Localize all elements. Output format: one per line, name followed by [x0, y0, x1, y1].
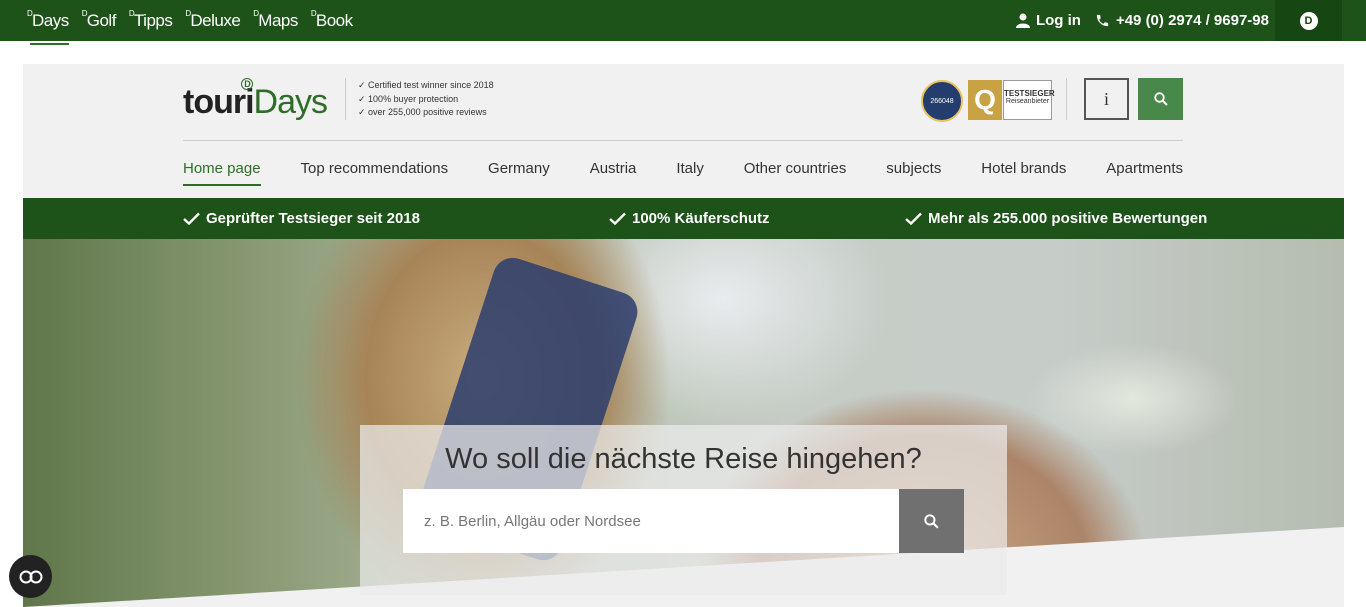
user-icon [1015, 13, 1030, 28]
search-card: Wo soll die nächste Reise hingehen? [360, 425, 1007, 595]
claims-list: ✓ Certified test winner since 2018 ✓ 100… [358, 79, 494, 120]
brand-tab-book[interactable]: D Book [310, 0, 353, 41]
main-content: touri Days D ✓ Certified test winner sinc… [23, 64, 1344, 607]
d-logo-icon: D [1299, 11, 1318, 30]
check-icon [905, 212, 922, 225]
header-search-button[interactable] [1138, 78, 1183, 120]
certificate-seal[interactable]: 266048 [921, 80, 963, 122]
claim-text: Certified test winner since 2018 [368, 80, 494, 90]
brand-tab-label: Deluxe [190, 11, 241, 30]
topbar-actions: Log in +49 (0) 2974 / 9697-98 [1015, 0, 1269, 41]
phone-link[interactable]: +49 (0) 2974 / 9697-98 [1095, 12, 1269, 29]
check-icon [609, 212, 626, 225]
seal-subtitle: Reiseanbieter [1005, 98, 1050, 105]
destination-search-input[interactable] [403, 489, 899, 553]
trust-item: Mehr als 255.000 positive Bewertungen [905, 198, 1207, 239]
d-mark-icon: D [310, 9, 317, 18]
brand-tab-golf[interactable]: D Golf [81, 0, 117, 41]
trust-text: 100% Käuferschutz [632, 210, 770, 227]
d-mark-icon: D [81, 9, 88, 18]
nav-austria[interactable]: Austria [590, 160, 637, 182]
brand-tab-tipps[interactable]: D Tipps [128, 0, 173, 41]
accessibility-button[interactable] [9, 555, 52, 598]
search-submit-button[interactable] [899, 489, 964, 553]
nav-home[interactable]: Home page [183, 160, 261, 186]
brand-tab-label: Tipps [133, 11, 173, 30]
logo-part2: Days [253, 83, 328, 121]
accessibility-icon [19, 570, 42, 583]
info-button[interactable]: i [1084, 78, 1129, 120]
nav-germany[interactable]: Germany [488, 160, 550, 182]
brand-tab-deluxe[interactable]: D Deluxe [185, 0, 241, 41]
search-icon [924, 513, 939, 529]
trust-bar: Geprüfter Testsieger seit 2018 100% Käuf… [23, 198, 1344, 239]
trust-text: Mehr als 255.000 positive Bewertungen [928, 210, 1208, 227]
claim-text: over 255,000 positive reviews [368, 107, 487, 117]
seal-title: TESTSIEGER [1004, 89, 1055, 98]
divider [183, 140, 1183, 141]
claim-item: ✓ over 255,000 positive reviews [358, 107, 487, 117]
quality-seal[interactable]: Q [968, 80, 1002, 120]
brand-tab-days[interactable]: D Days [27, 0, 69, 45]
brand-badge-button[interactable]: D [1275, 0, 1342, 41]
login-label: Log in [1035, 12, 1081, 29]
brand-tab-label: Days [32, 11, 69, 30]
logo-d-mark: D [241, 78, 253, 90]
brand-tabs: D Days D Golf D Tipps D Deluxe D Maps D Book [27, 0, 353, 45]
main-nav: Home page Top recommendations Germany Au… [183, 160, 1183, 186]
brand-tab-maps[interactable]: D Maps [253, 0, 298, 41]
phone-icon [1096, 14, 1109, 27]
d-mark-icon: D [128, 9, 135, 18]
divider [345, 78, 346, 120]
d-mark-icon: D [253, 9, 259, 18]
check-icon [183, 212, 200, 225]
search-icon [1153, 92, 1168, 106]
claim-item: ✓ Certified test winner since 2018 [358, 80, 494, 90]
trust-text: Geprüfter Testsieger seit 2018 [206, 210, 420, 227]
divider [1066, 78, 1067, 120]
trust-item: Geprüfter Testsieger seit 2018 [183, 198, 420, 239]
brand-tab-label: Book [315, 11, 353, 30]
nav-top-recommendations[interactable]: Top recommendations [301, 160, 449, 182]
nav-apartments[interactable]: Apartments [1106, 160, 1183, 182]
hero-title: Wo soll die nächste Reise hingehen? [445, 443, 922, 475]
trust-item: 100% Käuferschutz [609, 198, 770, 239]
nav-subjects[interactable]: subjects [886, 160, 941, 182]
testsieger-seal[interactable]: TESTSIEGER Reiseanbieter [1003, 80, 1055, 120]
d-mark-icon: D [27, 9, 33, 18]
nav-other-countries[interactable]: Other countries [744, 160, 847, 182]
claim-item: ✓ 100% buyer protection [358, 93, 459, 104]
phone-label: +49 (0) 2974 / 9697-98 [1115, 12, 1269, 29]
site-logo[interactable]: touri Days D [183, 78, 328, 122]
nav-hotel-brands[interactable]: Hotel brands [981, 160, 1066, 182]
hero-image: Wo soll die nächste Reise hingehen? [23, 239, 1344, 607]
brand-tab-label: Maps [258, 11, 298, 30]
top-bar: D Days D Golf D Tipps D Deluxe D Maps D Book L… [0, 0, 1366, 45]
d-mark-icon: D [185, 9, 191, 18]
nav-italy[interactable]: Italy [676, 160, 704, 182]
claim-text: 100% buyer protection [368, 93, 459, 104]
login-link[interactable]: Log in [1015, 12, 1081, 29]
brand-tab-label: Golf [86, 11, 117, 30]
